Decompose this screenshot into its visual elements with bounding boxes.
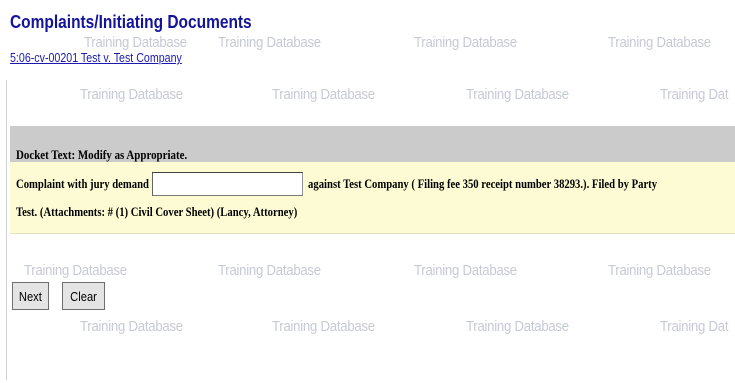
watermark-text: Training Database — [608, 262, 711, 279]
watermark-text: Training Database — [218, 34, 321, 51]
watermark-text: Training Database — [608, 34, 711, 51]
watermark-text: Training Database — [218, 262, 321, 279]
case-number-link[interactable]: 5:06-cv-00201 Test v. Test Company — [10, 50, 182, 65]
clear-button-label: Clear — [70, 288, 97, 304]
watermark-text: Training Dat — [660, 318, 729, 335]
docket-prefix-text: Complaint with jury demand — [16, 176, 149, 191]
clear-button[interactable]: Clear — [62, 282, 105, 310]
watermark-text: Training Database — [24, 262, 127, 279]
docket-text-header: Docket Text: Modify as Appropriate. — [10, 126, 735, 162]
watermark-text: Training Database — [414, 262, 517, 279]
watermark-text: Training Dat — [660, 86, 729, 103]
jury-demand-input[interactable] — [152, 172, 304, 196]
docket-text-body: Complaint with jury demand against Test … — [10, 162, 735, 234]
watermark-text: Training Database — [466, 86, 569, 103]
next-button-label: Next — [18, 288, 42, 304]
watermark-text: Training Database — [84, 34, 187, 51]
left-border-line — [6, 80, 7, 380]
watermark-text: Training Database — [414, 34, 517, 51]
watermark-text: Training Database — [272, 86, 375, 103]
watermark-text: Training Database — [80, 86, 183, 103]
docket-header-label: Docket Text: Modify as Appropriate. — [16, 147, 188, 162]
page-title: Complaints/Initiating Documents — [10, 12, 252, 32]
docket-suffix-text: against Test Company ( Filing fee 350 re… — [308, 176, 658, 191]
watermark-text: Training Database — [272, 318, 375, 335]
watermark-text: Training Database — [466, 318, 569, 335]
watermark-text: Training Database — [80, 318, 183, 335]
docket-text-section: Docket Text: Modify as Appropriate. Comp… — [10, 126, 735, 234]
docket-text-line-1: Complaint with jury demand against Test … — [16, 170, 657, 198]
docket-text-line-2: Test. (Attachments: # (1) Civil Cover Sh… — [16, 204, 298, 219]
next-button[interactable]: Next — [12, 282, 49, 310]
